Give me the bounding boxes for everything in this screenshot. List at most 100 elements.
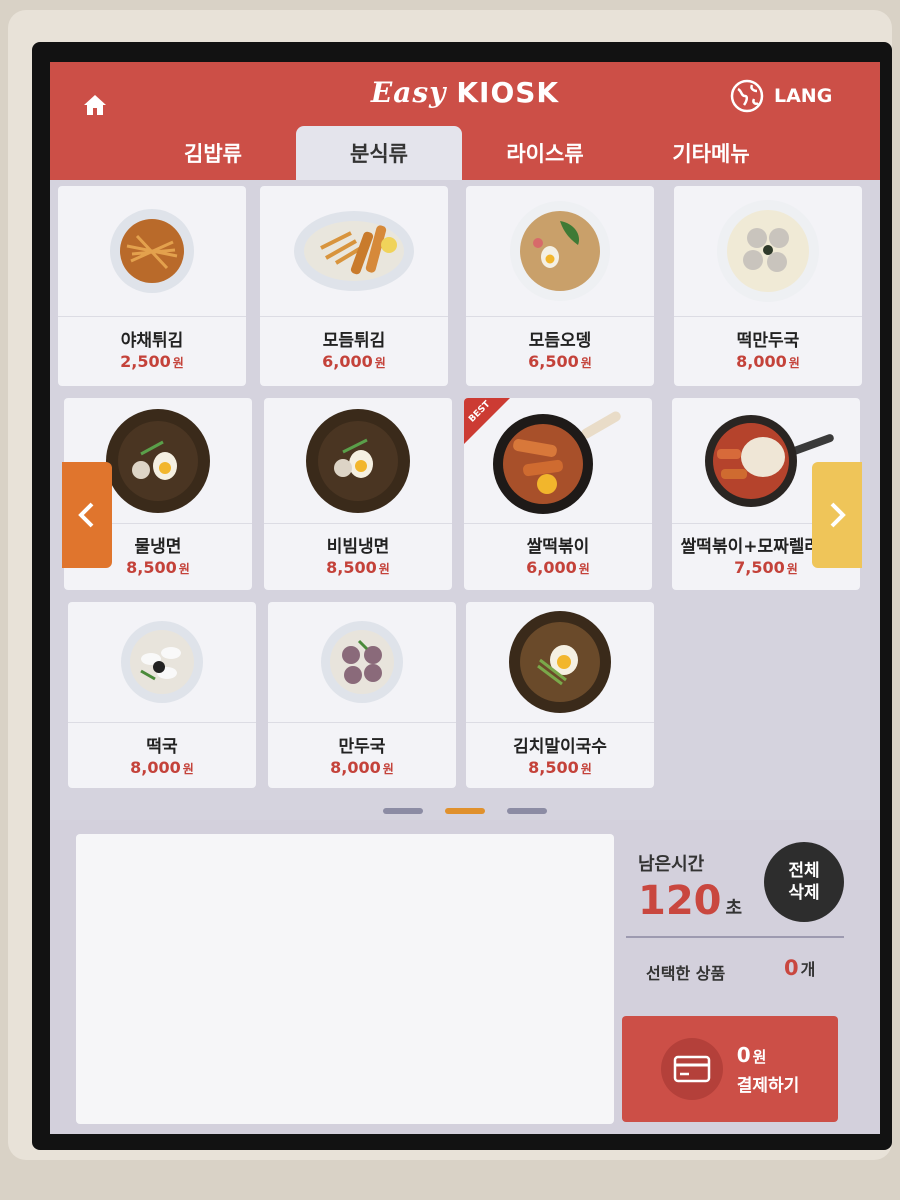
card-divider bbox=[464, 523, 652, 524]
clear-label-line2: 삭제 bbox=[788, 883, 820, 903]
price-currency: 원 bbox=[182, 762, 194, 776]
food-photo bbox=[674, 186, 862, 316]
card-divider bbox=[268, 722, 456, 723]
menu-item-price: 2,500 원 bbox=[58, 352, 246, 371]
food-photo bbox=[464, 398, 652, 523]
chevron-right-icon bbox=[830, 502, 846, 528]
menu-item-name: 모듬오뎅 bbox=[528, 331, 592, 351]
menu-item-name: 김치말이국수 bbox=[513, 737, 607, 757]
card-divider bbox=[466, 316, 654, 317]
language-label: LANG bbox=[774, 85, 833, 107]
menu-item-mandu-guk[interactable]: 만두국 8,000 원 bbox=[268, 602, 456, 788]
selected-count-unit: 개 bbox=[800, 960, 816, 979]
menu-item-rice-cake-dumpling-soup[interactable]: 떡만두국 8,000 원 bbox=[674, 186, 862, 386]
brand-prefix: Easy bbox=[370, 76, 447, 109]
price-value: 8,500 bbox=[326, 558, 377, 577]
page-indicator bbox=[50, 808, 880, 818]
brand-suffix: KIOSK bbox=[456, 76, 560, 109]
menu-item-bibim-naengmyeon[interactable]: 비빔냉면 8,500 원 bbox=[264, 398, 452, 590]
price-currency: 원 bbox=[378, 562, 390, 576]
menu-item-rice-tteokbokki[interactable]: BEST 쌀떡볶이 6,000 원 bbox=[464, 398, 652, 590]
menu-item-name: 떡국 bbox=[146, 737, 178, 757]
food-photo bbox=[68, 602, 256, 722]
menu-item-name: 비빔냉면 bbox=[326, 537, 390, 557]
language-button[interactable]: LANG bbox=[730, 78, 832, 114]
food-photo bbox=[58, 186, 246, 316]
price-value: 2,500 bbox=[120, 352, 171, 371]
price-value: 8,000 bbox=[736, 352, 787, 371]
food-photo bbox=[260, 186, 448, 316]
tab-kimbap[interactable]: 김밥류 bbox=[130, 126, 296, 180]
menu-item-price: 8,000 원 bbox=[674, 352, 862, 371]
menu-grid: 야채튀김 2,500 원 모듬튀김 6,000 원 모듬오뎅 6,500 원 떡만두국 bbox=[50, 180, 880, 820]
prev-page-button[interactable] bbox=[62, 462, 112, 568]
page-dot-3[interactable] bbox=[507, 808, 547, 814]
checkout-currency: 원 bbox=[752, 1047, 767, 1066]
price-value: 8,000 bbox=[130, 758, 181, 777]
price-currency: 원 bbox=[788, 356, 800, 370]
category-tabs: 김밥류 분식류 라이스류 기타메뉴 bbox=[50, 126, 880, 180]
checkout-amount-value: 0 bbox=[736, 1042, 751, 1067]
menu-item-price: 8,000 원 bbox=[68, 758, 256, 777]
menu-item-name: 떡만두국 bbox=[736, 331, 800, 351]
timer-number: 120 bbox=[638, 878, 722, 924]
menu-item-name: 쌀떡볶이 bbox=[526, 537, 590, 557]
page-dot-1[interactable] bbox=[383, 808, 423, 814]
card-divider bbox=[260, 316, 448, 317]
menu-item-price: 8,000 원 bbox=[268, 758, 456, 777]
page-dot-2[interactable] bbox=[445, 808, 485, 814]
price-currency: 원 bbox=[580, 356, 592, 370]
chevron-left-icon bbox=[78, 502, 94, 528]
clear-all-button[interactable]: 전체 삭제 bbox=[764, 842, 844, 922]
cart-list bbox=[76, 834, 614, 1124]
kiosk-screen: Easy KIOSK LANG 김밥류 분식류 라이스류 기타메뉴 야채튀김 2… bbox=[50, 62, 880, 1134]
timer-unit: 초 bbox=[725, 898, 743, 919]
next-page-button[interactable] bbox=[812, 462, 862, 568]
food-photo bbox=[268, 602, 456, 722]
menu-item-price: 6,000 원 bbox=[260, 352, 448, 371]
food-photo bbox=[264, 398, 452, 523]
menu-item-assorted-tempura[interactable]: 모듬튀김 6,000 원 bbox=[260, 186, 448, 386]
menu-item-tteokguk[interactable]: 떡국 8,000 원 bbox=[68, 602, 256, 788]
card-divider bbox=[68, 722, 256, 723]
price-currency: 원 bbox=[382, 762, 394, 776]
price-currency: 원 bbox=[178, 562, 190, 576]
price-currency: 원 bbox=[374, 356, 386, 370]
price-value: 8,500 bbox=[528, 758, 579, 777]
menu-item-price: 6,500 원 bbox=[466, 352, 654, 371]
tab-rice[interactable]: 라이스류 bbox=[462, 126, 628, 180]
food-photo bbox=[466, 602, 654, 722]
menu-item-vegetable-tempura[interactable]: 야채튀김 2,500 원 bbox=[58, 186, 246, 386]
selected-items-count: 0개 bbox=[784, 956, 815, 980]
menu-item-kimchi-mari-guksu[interactable]: 김치말이국수 8,500 원 bbox=[466, 602, 654, 788]
price-value: 6,500 bbox=[528, 352, 579, 371]
price-value: 6,000 bbox=[322, 352, 373, 371]
checkout-amount: 0원 bbox=[737, 1043, 800, 1067]
clear-label-line1: 전체 bbox=[788, 861, 820, 881]
top-bar: Easy KIOSK LANG 김밥류 분식류 라이스류 기타메뉴 bbox=[50, 62, 880, 180]
tab-snacks[interactable]: 분식류 bbox=[296, 126, 462, 180]
card-divider bbox=[466, 722, 654, 723]
price-value: 8,000 bbox=[330, 758, 381, 777]
globe-icon bbox=[730, 79, 764, 113]
price-value: 7,500 bbox=[734, 558, 785, 577]
checkout-label: 결제하기 bbox=[736, 1075, 800, 1096]
menu-item-assorted-fishcake[interactable]: 모듬오뎅 6,500 원 bbox=[466, 186, 654, 386]
price-currency: 원 bbox=[172, 356, 184, 370]
panel-divider bbox=[626, 936, 844, 938]
checkout-text: 0원 결제하기 bbox=[737, 1043, 800, 1096]
tab-other[interactable]: 기타메뉴 bbox=[628, 126, 794, 180]
selected-count-value: 0 bbox=[784, 956, 799, 980]
price-value: 8,500 bbox=[126, 558, 177, 577]
selected-items-label: 선택한 상품 bbox=[646, 964, 726, 983]
price-value: 6,000 bbox=[526, 558, 577, 577]
card-divider bbox=[264, 523, 452, 524]
card-divider bbox=[674, 316, 862, 317]
credit-card-icon bbox=[660, 1038, 723, 1100]
timer-label: 남은시간 bbox=[638, 854, 705, 875]
price-currency: 원 bbox=[578, 562, 590, 576]
price-currency: 원 bbox=[580, 762, 592, 776]
menu-item-name: 야채튀김 bbox=[120, 331, 184, 351]
checkout-button[interactable]: 0원 결제하기 bbox=[622, 1016, 838, 1122]
timer-value: 120 초 bbox=[638, 878, 742, 924]
